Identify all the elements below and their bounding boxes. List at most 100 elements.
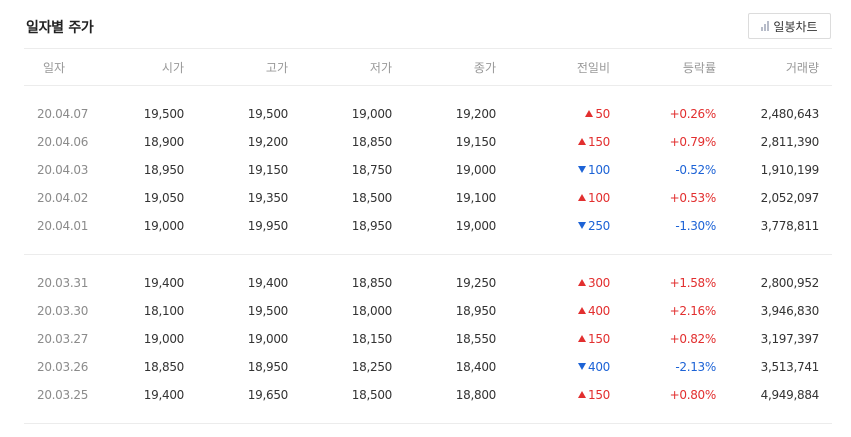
table-row: 20.04.01 19,000 19,950 18,950 19,000 3,778,81… [24,212,832,240]
table-row: 20.04.02 19,050 19,350 18,500 19,100 2,052,09… [24,184,832,212]
cell-high: 19,650 [247,388,289,402]
cell-date: 20.03.26 [37,360,89,374]
cell-change: 400 [577,304,610,318]
column-header-high: 고가 [265,61,288,75]
cell-low: 18,250 [351,360,393,374]
cell-low: 18,000 [351,304,393,318]
cell-change: 250 [577,219,610,233]
cell-change-value: 100 [587,163,610,177]
cell-date: 20.04.02 [37,191,89,205]
cell-volume: 4,949,884 [760,388,820,402]
bar-chart-icon [761,21,770,31]
cell-volume: 2,480,643 [760,107,820,121]
cell-volume: 1,910,199 [760,163,820,177]
triangle-down-icon [577,166,586,173]
cell-high: 19,150 [247,163,289,177]
cell-open: 19,000 [143,219,185,233]
column-header-volume: 거래량 [785,61,819,75]
table-group-march: 20.03.31 19,400 19,400 18,850 19,250 2,800,95… [24,269,832,409]
triangle-down-icon [577,363,586,370]
column-header-date: 일자 [43,61,66,75]
cell-low: 19,000 [351,107,393,121]
table-row: 20.03.31 19,400 19,400 18,850 19,250 2,800,95… [24,269,832,297]
cell-low: 18,150 [351,332,393,346]
cell-volume: 3,513,741 [760,360,820,374]
cell-low: 18,850 [351,276,393,290]
cell-change: 300 [577,276,610,290]
cell-change: 150 [577,135,610,149]
cell-close: 19,150 [455,135,497,149]
cell-change: 50 [585,107,610,121]
cell-change: 400 [577,360,610,374]
cell-rate: +0.82% [669,332,717,346]
cell-change-value: 150 [587,388,610,402]
column-header-change: 전일비 [576,61,610,75]
cell-rate: -0.52% [675,163,716,177]
cell-high: 19,000 [247,332,289,346]
panel-title: 일자별 주가 [26,20,94,36]
cell-volume: 3,197,397 [760,332,820,346]
cell-date: 20.04.01 [37,219,89,233]
table-group-april: 20.04.07 19,500 19,500 19,000 19,200 2,480,64… [24,100,832,240]
cell-volume: 3,946,830 [760,304,820,318]
table-row: 20.03.30 18,100 19,500 18,000 18,950 3,946,83… [24,297,832,325]
cell-high: 19,400 [247,276,289,290]
cell-close: 18,550 [455,332,497,346]
cell-low: 18,950 [351,219,393,233]
triangle-down-icon [577,222,586,229]
cell-date: 20.04.03 [37,163,89,177]
cell-open: 18,100 [143,304,185,318]
daily-chart-button[interactable]: 일봉차트 [748,13,831,39]
table-header: 일자 시가 고가 저가 종가 전일비 등락률 거래량 [24,48,832,86]
cell-rate: -2.13% [675,360,716,374]
cell-close: 19,000 [455,163,497,177]
table-row: 20.03.26 18,850 18,950 18,250 18,400 3,513,74… [24,353,832,381]
column-header-open: 시가 [161,61,184,75]
cell-date: 20.03.25 [37,388,89,402]
triangle-up-icon [577,307,586,314]
daily-price-panel: 일자별 주가 일봉차트 일자 시가 고가 저가 종가 전일비 등락률 거래량 2… [0,0,851,437]
cell-change-value: 50 [595,107,610,121]
cell-open: 19,500 [143,107,185,121]
cell-high: 19,950 [247,219,289,233]
cell-change-value: 100 [587,191,610,205]
table-row: 20.04.06 18,900 19,200 18,850 19,150 2,811,39… [24,128,832,156]
cell-high: 19,500 [247,304,289,318]
triangle-up-icon [577,279,586,286]
cell-high: 19,500 [247,107,289,121]
group-divider [24,254,832,255]
cell-change: 100 [577,191,610,205]
cell-open: 19,400 [143,276,185,290]
cell-change-value: 400 [587,304,610,318]
cell-open: 18,850 [143,360,185,374]
cell-change: 150 [577,388,610,402]
column-header-low: 저가 [369,61,392,75]
cell-rate: +0.80% [669,388,717,402]
daily-chart-button-label: 일봉차트 [773,19,818,34]
cell-rate: +0.53% [669,191,717,205]
column-header-close: 종가 [473,61,496,75]
cell-close: 19,100 [455,191,497,205]
cell-open: 18,900 [143,135,185,149]
cell-close: 18,950 [455,304,497,318]
table-row: 20.04.07 19,500 19,500 19,000 19,200 2,480,64… [24,100,832,128]
cell-rate: -1.30% [675,219,716,233]
cell-date: 20.03.30 [37,304,89,318]
cell-change-value: 300 [587,276,610,290]
cell-change-value: 150 [587,135,610,149]
cell-rate: +0.79% [669,135,717,149]
cell-date: 20.03.27 [37,332,89,346]
cell-volume: 2,052,097 [760,191,820,205]
cell-close: 19,200 [455,107,497,121]
cell-close: 18,800 [455,388,497,402]
table-bottom-border [24,423,832,424]
cell-rate: +2.16% [669,304,717,318]
cell-rate: +0.26% [669,107,717,121]
triangle-up-icon [585,110,594,117]
cell-change: 100 [577,163,610,177]
cell-volume: 3,778,811 [760,219,820,233]
table-row: 20.04.03 18,950 19,150 18,750 19,000 1,910,19… [24,156,832,184]
cell-date: 20.04.07 [37,107,89,121]
cell-open: 19,050 [143,191,185,205]
cell-low: 18,500 [351,191,393,205]
